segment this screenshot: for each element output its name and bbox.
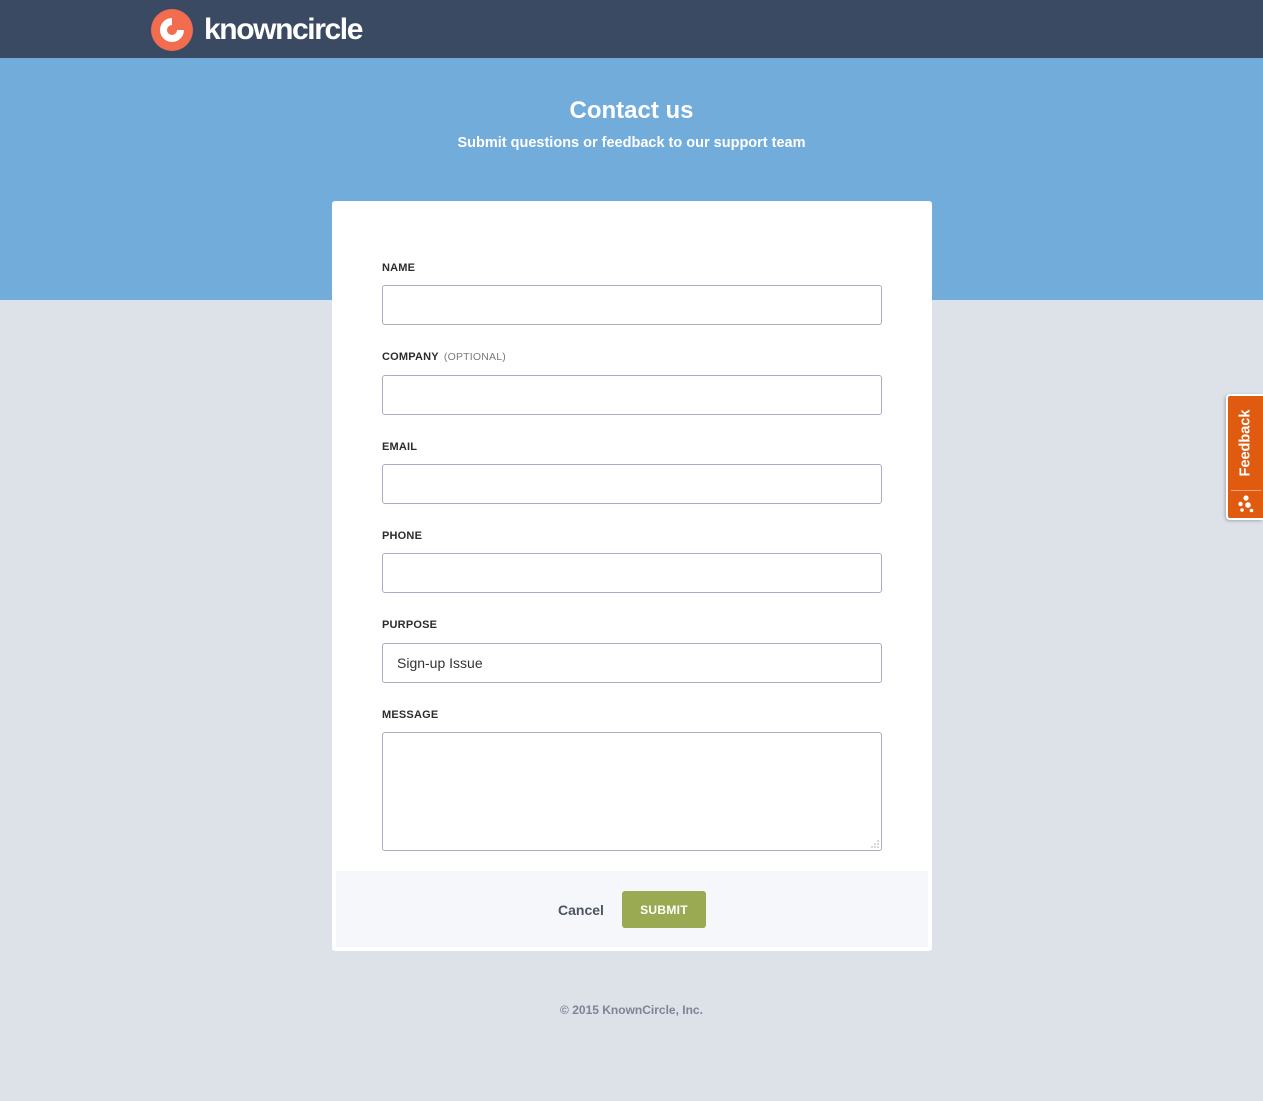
optional-note: (OPTIONAL) bbox=[443, 351, 506, 363]
email-input[interactable] bbox=[382, 464, 882, 504]
phone-label: PHONE bbox=[382, 530, 423, 542]
brand-logo[interactable]: knowncircle bbox=[151, 9, 363, 51]
feedback-tab[interactable]: Feedback bbox=[1226, 394, 1263, 520]
cancel-button[interactable]: Cancel bbox=[558, 902, 604, 918]
brand-name: knowncircle bbox=[204, 13, 363, 46]
purpose-selected-value: Sign-up Issue bbox=[397, 655, 483, 671]
purpose-label: PURPOSE bbox=[382, 619, 438, 631]
message-label: MESSAGE bbox=[382, 709, 439, 721]
contact-form: NAME COMPANY (OPTIONAL) EMAIL PHONE PURP… bbox=[332, 201, 932, 951]
submit-button[interactable]: SUBMIT bbox=[622, 891, 706, 928]
feedback-divider bbox=[1231, 490, 1261, 491]
company-input[interactable] bbox=[382, 375, 882, 415]
top-navigation-bar: knowncircle bbox=[0, 0, 1263, 58]
message-textarea[interactable] bbox=[382, 732, 882, 851]
dots-cluster-icon bbox=[1238, 495, 1254, 513]
feedback-label: Feedback bbox=[1237, 409, 1254, 477]
footer-copyright: © 2015 KnownCircle, Inc. bbox=[560, 1003, 703, 1017]
name-label: NAME bbox=[382, 262, 416, 274]
company-label: COMPANY (OPTIONAL) bbox=[382, 351, 506, 363]
purpose-select[interactable]: Sign-up Issue bbox=[382, 643, 882, 683]
feedback-label-wrapper: Feedback bbox=[1228, 398, 1263, 488]
knowncircle-logo-icon bbox=[151, 9, 193, 51]
page-subtitle: Submit questions or feedback to our supp… bbox=[457, 135, 806, 151]
phone-input[interactable] bbox=[382, 553, 882, 593]
name-input[interactable] bbox=[382, 285, 882, 325]
page-title: Contact us bbox=[569, 97, 694, 124]
form-actions: Cancel SUBMIT bbox=[336, 871, 928, 947]
resize-handle-icon[interactable] bbox=[871, 840, 879, 848]
email-label: EMAIL bbox=[382, 441, 418, 453]
